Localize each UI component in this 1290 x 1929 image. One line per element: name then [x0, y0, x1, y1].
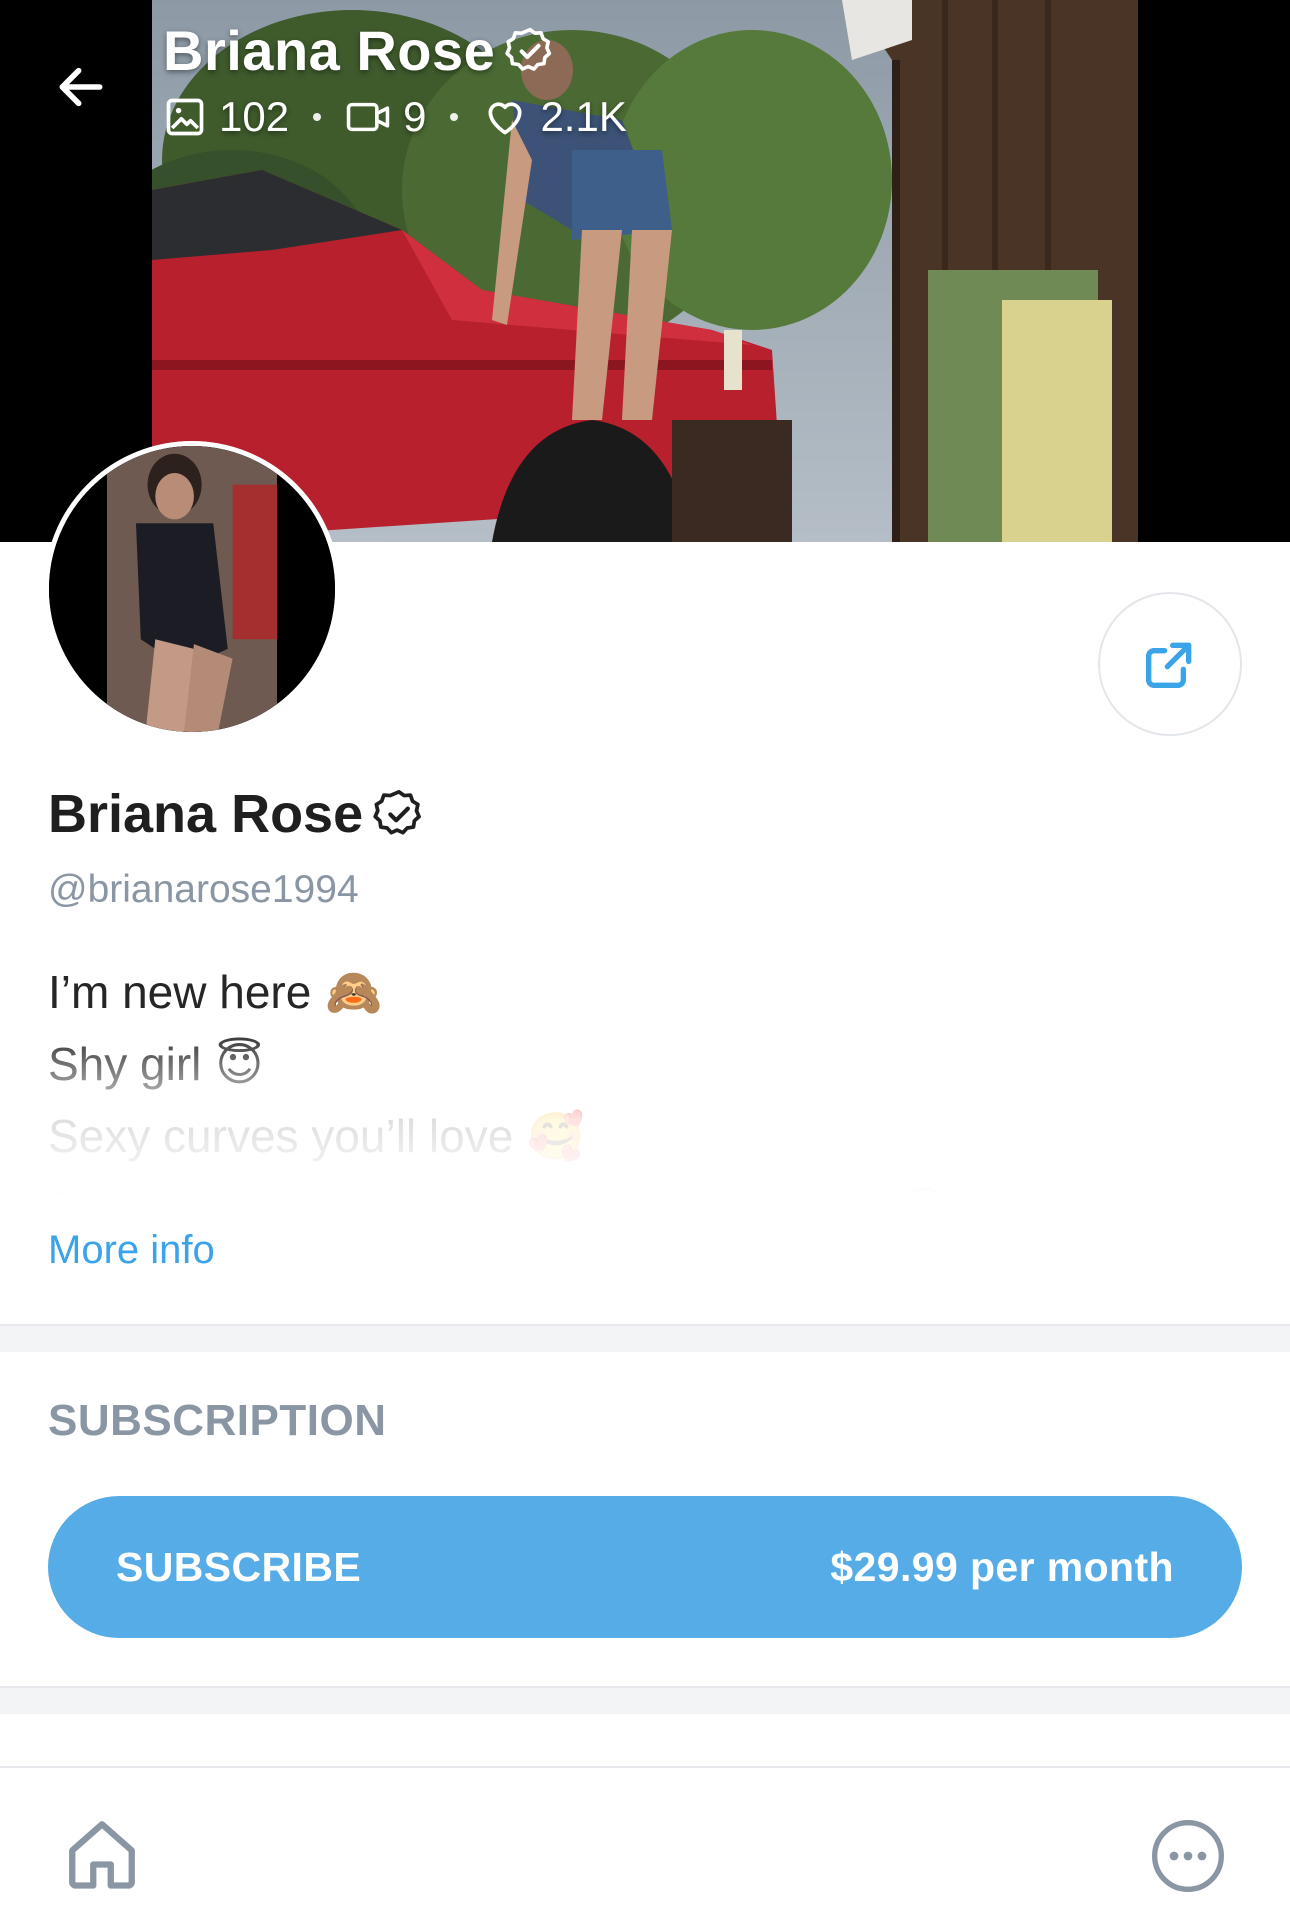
home-icon: [69, 1821, 135, 1889]
section-divider: [0, 1686, 1290, 1714]
profile-name-row: Briana Rose: [48, 783, 427, 845]
header-info: Briana Rose 102 9 2.1K: [163, 18, 627, 141]
nav-home-button[interactable]: [56, 1808, 148, 1900]
bio-line: Dm me let me know what you wanna see 😊: [48, 1172, 1248, 1196]
bio-text: Shy girl: [48, 1038, 202, 1090]
subscribe-price: $29.99 per month: [830, 1543, 1174, 1590]
video-camera-icon: [346, 102, 390, 132]
subscription-section-title: SUBSCRIPTION: [48, 1396, 387, 1445]
bio-line: Sexy curves you’ll love 🥰: [48, 1100, 1248, 1172]
verified-badge-icon: [505, 27, 552, 71]
more-info-link[interactable]: More info: [48, 1228, 215, 1273]
profile-bio: I’m new here 🙈 Shy girl 😇 Sexy curves yo…: [48, 956, 1248, 1196]
emoji: 😇: [215, 1038, 264, 1090]
profile-page: Briana Rose 102 9 2.1K Briana Rose @bria…: [0, 0, 1290, 1929]
bio-text: Dm me let me know what you wanna see: [48, 1172, 887, 1196]
verified-badge-icon: [373, 789, 422, 835]
more-dots-icon: [1152, 1820, 1224, 1892]
photos-count: 102: [219, 93, 290, 140]
profile-handle: @brianarose1994: [48, 868, 359, 911]
share-icon: [1146, 642, 1192, 688]
header-stats: 102 9 2.1K: [163, 93, 627, 141]
heart-icon: [488, 102, 522, 135]
emoji: 🙈: [325, 966, 383, 1018]
bio-line: I’m new here 🙈: [48, 956, 1248, 1028]
bio-line: Shy girl 😇: [48, 1028, 1248, 1100]
image-icon: [166, 98, 204, 136]
bio-text: Sexy curves you’ll love: [48, 1110, 514, 1162]
arrow-left-icon: [59, 67, 103, 107]
videos-count: 9: [403, 93, 427, 140]
profile-name: Briana Rose: [48, 784, 364, 844]
subscribe-button[interactable]: SUBSCRIBE $29.99 per month: [48, 1496, 1242, 1638]
likes-count: 2.1K: [540, 93, 627, 140]
stat-separator: [313, 113, 322, 121]
section-divider: [0, 1324, 1290, 1352]
likes-stat: 2.1K: [482, 93, 627, 141]
header-name: Briana Rose: [163, 19, 496, 82]
videos-stat: 9: [345, 93, 426, 141]
subscribe-label: SUBSCRIBE: [116, 1543, 362, 1590]
emoji: 😊: [901, 1172, 949, 1196]
share-button[interactable]: [1098, 592, 1242, 736]
bottom-nav: [0, 1766, 1290, 1929]
nav-more-button[interactable]: [1146, 1814, 1230, 1898]
back-button[interactable]: [46, 52, 116, 122]
stat-separator: [450, 113, 459, 121]
header-name-row: Briana Rose: [163, 18, 627, 83]
photos-stat: 102: [163, 93, 289, 141]
avatar[interactable]: [44, 441, 340, 737]
emoji: 🥰: [527, 1110, 585, 1162]
bio-text: I’m new here: [48, 966, 312, 1018]
